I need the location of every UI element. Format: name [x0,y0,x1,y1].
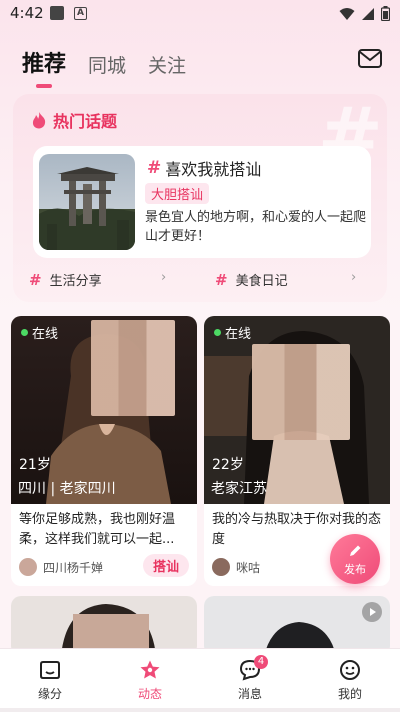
nav-label: 动态 [137,687,162,701]
play-icon[interactable] [362,602,382,622]
online-badge: 在线 [21,323,58,342]
signal-icon [362,7,374,20]
age-label: 22岁 [212,457,244,473]
location-label: 老家江苏 [211,481,267,497]
notification-a-icon: A [74,7,87,20]
hash-icon: # [147,158,162,178]
nav-label: 缘分 [37,687,62,701]
online-label: 在线 [32,327,59,342]
topic-tag[interactable]: 大胆搭讪 [145,183,210,204]
smile-chat-icon [40,661,60,679]
publish-label: 发布 [344,563,366,576]
online-label: 在线 [225,327,252,342]
sub-topic-life-share[interactable]: # 生活分享 [29,270,102,290]
pencil-icon [350,545,361,556]
unread-badge: 4 [254,655,268,669]
chat-up-button[interactable]: 搭讪 [142,554,189,577]
publish-button[interactable]: 发布 [330,534,380,584]
nav-item-profile[interactable]: 我的 [320,659,380,702]
sub-topic-label: 美食日记 [235,274,288,289]
feed-card[interactable] [11,596,197,656]
tab-recommend[interactable]: 推荐 [22,46,66,78]
location-label: 四川 | 老家四川 [18,481,116,497]
notification-square-icon [50,6,64,20]
bottom-nav: 缘分 动态 4 消息 我的 [0,648,400,712]
nav-item-fate[interactable]: 缘分 [20,659,80,702]
feed-user[interactable]: 咪咕 [212,558,260,576]
feed-photo: 在线 22岁 老家江苏 [204,316,390,504]
hot-topics-title: 热门话题 [53,112,118,131]
sub-topic-label: 生活分享 [49,274,102,289]
home-indicator [0,708,400,712]
tab-same-city[interactable]: 同城 [88,51,126,78]
topic-description: 景色宜人的地方啊，和心爱的人一起爬山才更好！ [145,210,367,244]
top-tabs: 推荐 同城 关注 [22,46,186,78]
topic-title-row: # 喜欢我就搭讪 [147,156,261,180]
nav-item-messages[interactable]: 4 消息 [220,655,280,702]
topic-image [39,154,135,250]
topic-title: 喜欢我就搭讪 [165,160,262,179]
featured-topic-card[interactable]: # 喜欢我就搭讪 大胆搭讪 景色宜人的地方啊，和心爱的人一起爬山才更好！ [33,146,371,258]
flame-icon [32,112,46,129]
battery-icon [381,6,390,21]
chevron-right-icon[interactable]: › [161,270,166,285]
age-label: 21岁 [19,457,51,473]
profile-face-icon [340,660,360,680]
hot-topics-card: # 热门话题 # 喜欢我就搭讪 大胆搭讪 景色宜人的地方啊，和心爱的人一起爬山才… [13,94,387,302]
username: 咪咕 [236,560,261,575]
feed-photo [11,596,197,656]
tab-following[interactable]: 关注 [148,51,186,78]
hash-icon: # [215,270,228,289]
feed-card[interactable] [204,596,390,656]
hash-icon: # [29,270,42,289]
wifi-icon [339,7,355,20]
status-bar: 4:42 A [0,0,400,28]
username: 四川杨千婵 [43,560,104,575]
online-badge: 在线 [214,323,251,342]
nav-item-moments[interactable]: 动态 [120,659,180,702]
feed-text: 等你足够成熟，我也刚好温柔，这样我们就可以一起... [19,512,176,547]
hot-topics-header: 热门话题 [31,108,117,132]
status-time: 4:42 [10,4,44,22]
nav-label: 我的 [337,687,362,701]
nav-label: 消息 [237,687,262,701]
status-icons [339,6,390,21]
feed-photo: 在线 21岁 四川 | 老家四川 [11,316,197,504]
online-dot-icon [214,329,221,336]
mail-icon[interactable] [357,48,383,70]
chevron-right-icon[interactable]: › [351,270,356,285]
avatar [212,558,230,576]
sub-topic-food-diary[interactable]: # 美食日记 [215,270,288,290]
star-icon [140,660,160,679]
avatar [19,558,37,576]
online-dot-icon [21,329,28,336]
feed-card[interactable]: 在线 21岁 四川 | 老家四川 等你足够成熟，我也刚好温柔，这样我们就可以一起… [11,316,197,586]
feed-user[interactable]: 四川杨千婵 [19,558,103,576]
